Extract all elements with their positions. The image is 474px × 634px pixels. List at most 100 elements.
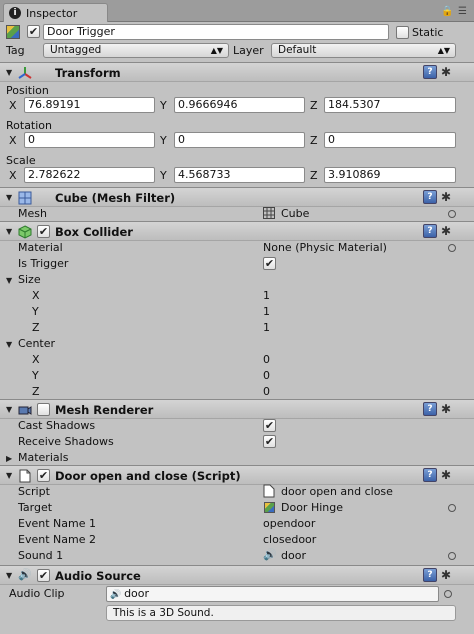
foldout-arrow-icon[interactable]: ▼ (6, 571, 12, 580)
position-y-field[interactable]: 0.9666946 (174, 97, 305, 113)
foldout-arrow-icon[interactable]: ▼ (6, 227, 12, 236)
axis-label-x: X (9, 134, 17, 147)
help-icon[interactable]: ? (423, 190, 437, 204)
gear-icon[interactable]: ✱ (441, 190, 451, 204)
menu-icon[interactable]: ☰ (458, 6, 467, 17)
axis-label-y: Y (160, 99, 167, 112)
layer-dropdown[interactable]: Default ▲▼ (271, 43, 456, 58)
foldout-arrow-icon[interactable]: ▼ (6, 193, 12, 202)
help-icon[interactable]: ? (423, 224, 437, 238)
size-x-value[interactable]: 1 (263, 289, 270, 302)
center-z-label: Z (32, 385, 40, 398)
audio-source-enabled-checkbox[interactable]: ✔ (37, 569, 50, 582)
tab-inspector[interactable]: i Inspector (3, 3, 108, 22)
scale-label: Scale (6, 154, 36, 167)
size-z-value[interactable]: 1 (263, 321, 270, 334)
target-value[interactable]: Door Hinge (281, 501, 343, 514)
active-checkbox[interactable]: ✔ (27, 25, 40, 38)
cast-shadows-checkbox[interactable]: ✔ (263, 419, 276, 432)
foldout-arrow-icon[interactable]: ▼ (6, 276, 12, 285)
size-y-value[interactable]: 1 (263, 305, 270, 318)
foldout-arrow-icon[interactable]: ▼ (6, 405, 12, 414)
help-icon[interactable]: ? (423, 568, 437, 582)
gear-icon[interactable]: ✱ (441, 568, 451, 582)
sound1-value[interactable]: door (281, 549, 306, 562)
audio-source-header[interactable]: ▼ 🔊 ✔ Audio Source ? ✱ (0, 565, 474, 585)
static-checkbox[interactable] (396, 26, 409, 39)
object-picker-icon[interactable] (448, 504, 456, 512)
help-icon[interactable]: ? (423, 402, 437, 416)
position-z-field[interactable]: 184.5307 (324, 97, 456, 113)
object-picker-icon[interactable] (448, 210, 456, 218)
help-icon[interactable]: ? (423, 468, 437, 482)
script-value[interactable]: door open and close (281, 485, 393, 498)
size-label: Size (18, 273, 41, 286)
foldout-arrow-icon[interactable]: ▼ (6, 340, 12, 349)
script-enabled-checkbox[interactable]: ✔ (37, 469, 50, 482)
dropdown-arrow-icon: ▲▼ (437, 46, 450, 55)
scale-x-field[interactable]: 2.782622 (24, 167, 155, 183)
script-component-header[interactable]: ▼ ✔ Door open and close (Script) ? ✱ (0, 465, 474, 485)
mesh-value[interactable]: Cube (281, 207, 309, 220)
script-label: Script (18, 485, 50, 498)
rotation-label: Rotation (6, 119, 53, 132)
box-collider-header[interactable]: ▼ ✔ Box Collider ? ✱ (0, 221, 474, 241)
object-picker-icon[interactable] (448, 244, 456, 252)
scale-y-field[interactable]: 4.568733 (174, 167, 305, 183)
receive-shadows-label: Receive Shadows (18, 435, 114, 448)
gameobject-name-field[interactable]: Door Trigger (43, 24, 389, 40)
audio-clip-label: Audio Clip (9, 587, 65, 600)
gear-icon[interactable]: ✱ (441, 224, 451, 238)
mesh-renderer-enabled-checkbox[interactable] (37, 403, 50, 416)
box-collider-icon (18, 225, 32, 239)
box-collider-enabled-checkbox[interactable]: ✔ (37, 225, 50, 238)
script-file-icon (263, 484, 275, 498)
scale-z-field[interactable]: 3.910869 (324, 167, 456, 183)
object-picker-icon[interactable] (448, 552, 456, 560)
checkmark-icon: ✔ (264, 257, 275, 270)
is-trigger-checkbox[interactable]: ✔ (263, 257, 276, 270)
foldout-arrow-icon[interactable]: ▼ (6, 471, 12, 480)
size-x-label: X (32, 289, 40, 302)
axis-label-z: Z (310, 169, 318, 182)
mesh-renderer-header[interactable]: ▼ Mesh Renderer ? ✱ (0, 399, 474, 419)
rotation-z-field[interactable]: 0 (324, 132, 456, 148)
gear-icon[interactable]: ✱ (441, 468, 451, 482)
transform-header[interactable]: ▼ Transform ? ✱ (0, 62, 474, 82)
audio-source-title: Audio Source (55, 569, 141, 583)
center-label: Center (18, 337, 56, 350)
lock-icon[interactable]: 🔒 (441, 6, 453, 17)
mesh-filter-header[interactable]: ▼ Cube (Mesh Filter) ? ✱ (0, 187, 474, 207)
rotation-y-field[interactable]: 0 (174, 132, 305, 148)
dropdown-arrow-icon: ▲▼ (210, 46, 223, 55)
center-z-value[interactable]: 0 (263, 385, 270, 398)
foldout-arrow-icon[interactable]: ▼ (6, 68, 12, 77)
axis-label-y: Y (160, 134, 167, 147)
material-value[interactable]: None (Physic Material) (263, 241, 387, 254)
receive-shadows-checkbox[interactable]: ✔ (263, 435, 276, 448)
script-icon (19, 469, 31, 483)
event1-value[interactable]: opendoor (263, 517, 315, 530)
box-collider-title: Box Collider (55, 225, 133, 239)
transform-title: Transform (55, 66, 121, 80)
position-x-field[interactable]: 76.89191 (24, 97, 155, 113)
axis-label-x: X (9, 169, 17, 182)
gear-icon[interactable]: ✱ (441, 65, 451, 79)
object-picker-icon[interactable] (444, 590, 452, 598)
tag-dropdown[interactable]: Untagged ▲▼ (43, 43, 229, 58)
help-icon[interactable]: ? (423, 65, 437, 79)
speaker-icon: 🔊 (263, 548, 277, 561)
checkmark-icon: ✔ (38, 469, 49, 482)
gear-icon[interactable]: ✱ (441, 402, 451, 416)
mesh-filter-icon (18, 191, 32, 205)
rotation-x-field[interactable]: 0 (24, 132, 155, 148)
checkmark-icon: ✔ (38, 225, 49, 238)
materials-label[interactable]: Materials (18, 451, 68, 464)
foldout-arrow-icon[interactable]: ▶ (6, 454, 12, 463)
audio-clip-field[interactable]: 🔊 door (106, 586, 439, 602)
event2-label: Event Name 2 (18, 533, 96, 546)
tag-value: Untagged (50, 44, 102, 56)
center-y-value[interactable]: 0 (263, 369, 270, 382)
center-x-value[interactable]: 0 (263, 353, 270, 366)
event2-value[interactable]: closedoor (263, 533, 316, 546)
